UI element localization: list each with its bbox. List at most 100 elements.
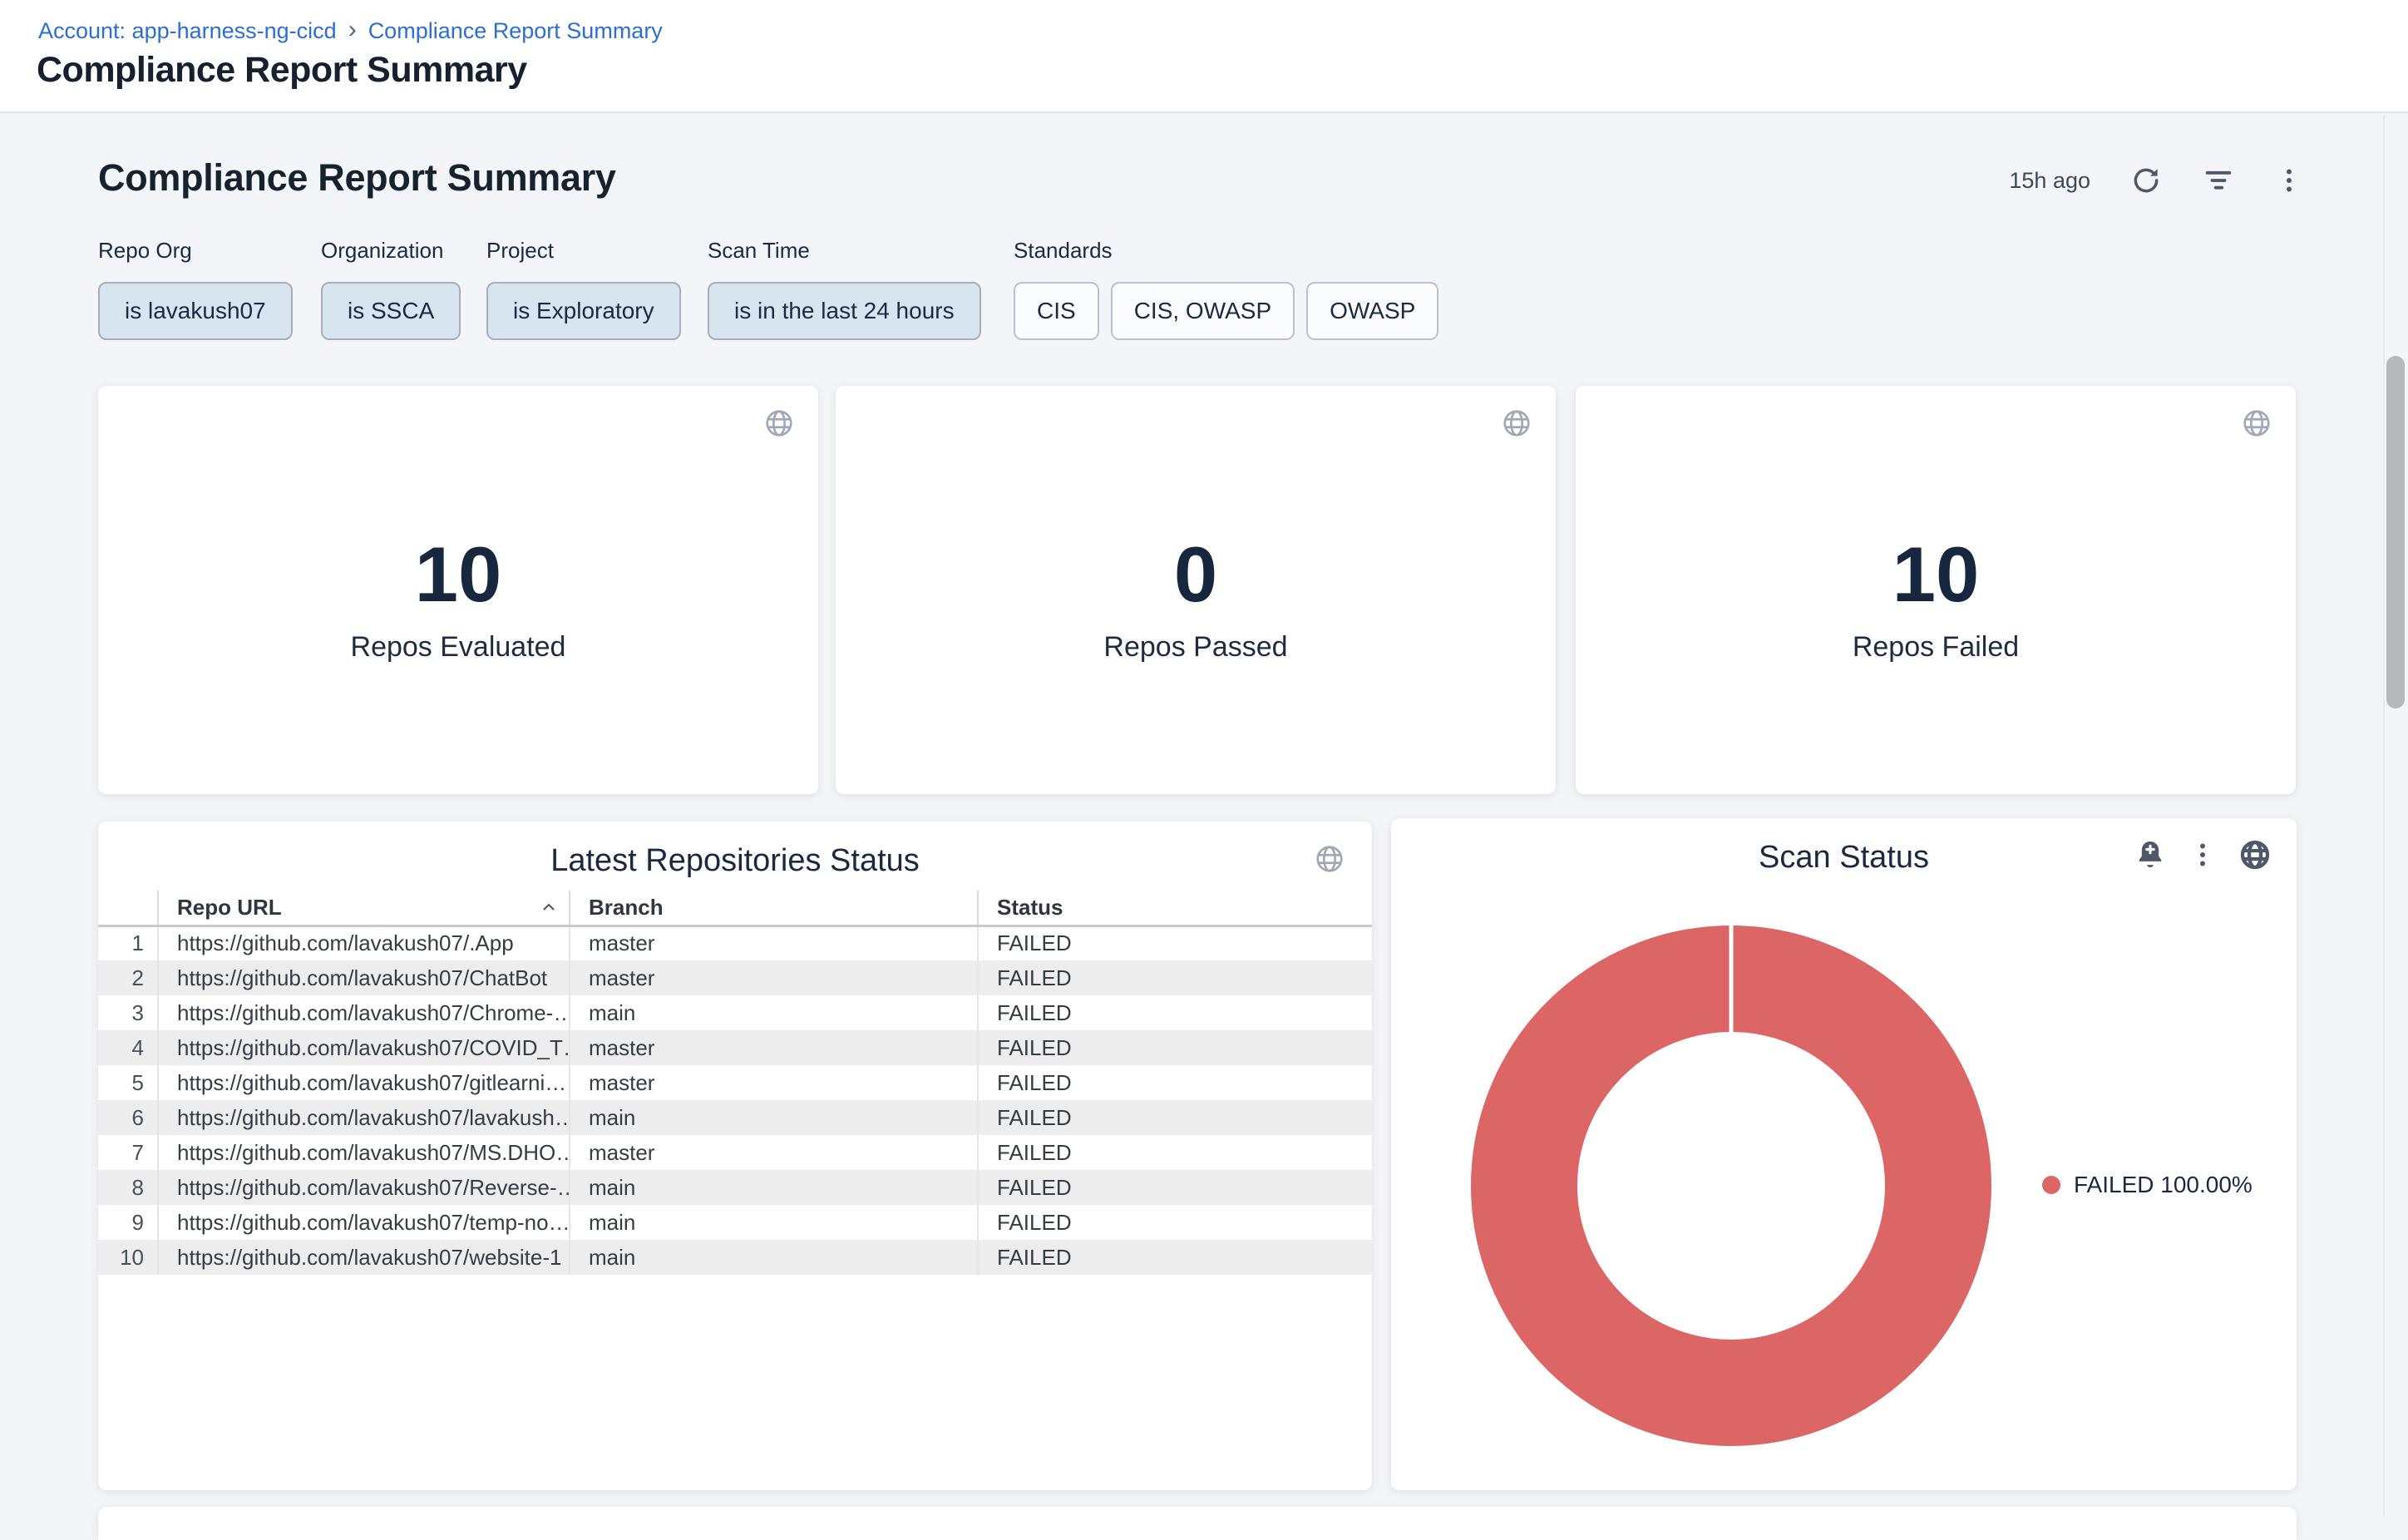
status-cell: FAILED bbox=[978, 1240, 1372, 1275]
latest-repositories-card: Latest Repositories Status Repo URL Bran… bbox=[98, 822, 1372, 1490]
status-cell: FAILED bbox=[978, 925, 1372, 960]
stat-card-repos-failed: 10 Repos Failed bbox=[1576, 386, 2296, 794]
status-cell: FAILED bbox=[978, 995, 1372, 1030]
filter-group-standards: Standards CIS CIS, OWASP OWASP bbox=[1014, 238, 1438, 340]
kebab-menu-icon[interactable] bbox=[2188, 841, 2217, 869]
globe-icon[interactable] bbox=[763, 407, 795, 439]
column-header-label: Status bbox=[997, 895, 1063, 920]
compliance-report-screen: Account: app-harness-ng-cicd › Complianc… bbox=[0, 0, 2408, 1517]
chart-legend[interactable]: FAILED 100.00% bbox=[2042, 1172, 2253, 1198]
filter-group-organization: Organization is SSCA bbox=[321, 238, 461, 340]
branch-cell: master bbox=[570, 1030, 978, 1065]
filter-group-scan-time: Scan Time is in the last 24 hours bbox=[708, 238, 981, 340]
filter-label-organization: Organization bbox=[321, 238, 461, 264]
repo-url-cell: https://github.com/lavakush07/temp-no… bbox=[158, 1205, 570, 1240]
status-cell: FAILED bbox=[978, 960, 1372, 995]
refresh-icon[interactable] bbox=[2130, 165, 2162, 196]
status-cell: FAILED bbox=[978, 1030, 1372, 1065]
column-header-status[interactable]: Status bbox=[978, 891, 1372, 925]
status-cell: FAILED bbox=[978, 1170, 1372, 1205]
filter-label-scan-time: Scan Time bbox=[708, 238, 981, 264]
kebab-menu-icon[interactable] bbox=[2275, 166, 2303, 195]
repo-url-cell: https://github.com/lavakush07/MS.DHO… bbox=[158, 1135, 570, 1170]
globe-icon[interactable] bbox=[2241, 407, 2272, 439]
globe-icon[interactable] bbox=[1501, 407, 1532, 439]
column-header-label: Branch bbox=[589, 895, 664, 920]
branch-cell: main bbox=[570, 1205, 978, 1240]
row-index: 3 bbox=[98, 995, 158, 1030]
table-row: 3 https://github.com/lavakush07/Chrome-…… bbox=[98, 995, 1372, 1030]
scan-status-card: Scan Status FAILED 100.00% bbox=[1391, 818, 2297, 1490]
legend-failed-dot bbox=[2042, 1176, 2060, 1194]
scrollbar-track bbox=[2383, 115, 2408, 1517]
globe-icon[interactable] bbox=[2238, 838, 2272, 871]
repo-url-cell: https://github.com/lavakush07/website-1 bbox=[158, 1240, 570, 1275]
table-row: 7 https://github.com/lavakush07/MS.DHO… … bbox=[98, 1135, 1372, 1170]
row-index: 5 bbox=[98, 1065, 158, 1100]
scan-status-donut-chart bbox=[1465, 920, 1997, 1452]
page-title: Compliance Report Summary bbox=[37, 50, 527, 91]
row-index: 7 bbox=[98, 1135, 158, 1170]
table-card-title: Latest Repositories Status bbox=[98, 843, 1372, 879]
repo-url-cell: https://github.com/lavakush07/COVID_T… bbox=[158, 1030, 570, 1065]
stat-label: Repos Passed bbox=[1103, 631, 1287, 664]
repo-url-cell: https://github.com/lavakush07/Reverse-… bbox=[158, 1170, 570, 1205]
scrollbar-thumb[interactable] bbox=[2386, 356, 2405, 708]
stat-value: 10 bbox=[415, 533, 502, 616]
standards-option-owasp[interactable]: OWASP bbox=[1306, 282, 1438, 340]
stat-value: 10 bbox=[1892, 533, 1980, 616]
branch-cell: master bbox=[570, 960, 978, 995]
branch-cell: main bbox=[570, 1100, 978, 1135]
table-row: 2 https://github.com/lavakush07/ChatBot … bbox=[98, 960, 1372, 995]
repo-url-cell: https://github.com/lavakush07/.App bbox=[158, 925, 570, 960]
branch-cell: master bbox=[570, 1135, 978, 1170]
status-cell: FAILED bbox=[978, 1135, 1372, 1170]
standards-option-cis-owasp[interactable]: CIS, OWASP bbox=[1111, 282, 1295, 340]
table-row: 1 https://github.com/lavakush07/.App mas… bbox=[98, 925, 1372, 960]
stat-label: Repos Failed bbox=[1853, 631, 2019, 664]
row-number-column-header bbox=[98, 891, 158, 925]
legend-failed-label: FAILED 100.00% bbox=[2074, 1172, 2253, 1198]
filter-group-repo-org: Repo Org is lavakush07 bbox=[98, 238, 293, 340]
branch-cell: main bbox=[570, 1170, 978, 1205]
repo-url-cell: https://github.com/lavakush07/gitlearni… bbox=[158, 1065, 570, 1100]
row-index: 8 bbox=[98, 1170, 158, 1205]
row-index: 1 bbox=[98, 925, 158, 960]
stat-card-repos-passed: 0 Repos Passed bbox=[836, 386, 1556, 794]
filter-chip-repo-org[interactable]: is lavakush07 bbox=[98, 282, 293, 340]
status-cell: FAILED bbox=[978, 1100, 1372, 1135]
filter-chip-project[interactable]: is Exploratory bbox=[486, 282, 681, 340]
next-card-peek bbox=[98, 1507, 2297, 1540]
repo-url-cell: https://github.com/lavakush07/Chrome-… bbox=[158, 995, 570, 1030]
column-header-branch[interactable]: Branch bbox=[570, 891, 978, 925]
filter-label-project: Project bbox=[486, 238, 681, 264]
row-index: 10 bbox=[98, 1240, 158, 1275]
row-index: 6 bbox=[98, 1100, 158, 1135]
page-header: Account: app-harness-ng-cicd › Complianc… bbox=[0, 0, 2408, 113]
standards-options: CIS CIS, OWASP OWASP bbox=[1014, 282, 1438, 340]
column-header-repo-url[interactable]: Repo URL bbox=[158, 891, 570, 925]
breadcrumb-account-link[interactable]: Account: app-harness-ng-cicd bbox=[38, 18, 337, 44]
branch-cell: main bbox=[570, 1240, 978, 1275]
status-cell: FAILED bbox=[978, 1065, 1372, 1100]
bell-plus-icon[interactable] bbox=[2134, 838, 2167, 871]
table-row: 6 https://github.com/lavakush07/lavakush… bbox=[98, 1100, 1372, 1135]
filter-group-project: Project is Exploratory bbox=[486, 238, 681, 340]
breadcrumb-chevron-icon: › bbox=[348, 18, 357, 41]
filter-icon[interactable] bbox=[2202, 164, 2235, 197]
row-index: 2 bbox=[98, 960, 158, 995]
filter-chip-scan-time[interactable]: is in the last 24 hours bbox=[708, 282, 981, 340]
table-row: 9 https://github.com/lavakush07/temp-no…… bbox=[98, 1205, 1372, 1240]
filter-chip-organization[interactable]: is SSCA bbox=[321, 282, 461, 340]
breadcrumb-current-link[interactable]: Compliance Report Summary bbox=[368, 18, 663, 44]
table-header-row: Repo URL Branch Status bbox=[98, 891, 1372, 925]
globe-icon[interactable] bbox=[1314, 843, 1345, 875]
table-row: 5 https://github.com/lavakush07/gitlearn… bbox=[98, 1065, 1372, 1100]
filter-label-repo-org: Repo Org bbox=[98, 238, 293, 264]
repo-url-cell: https://github.com/lavakush07/lavakush… bbox=[158, 1100, 570, 1135]
branch-cell: master bbox=[570, 925, 978, 960]
stat-label: Repos Evaluated bbox=[351, 631, 566, 664]
scan-card-actions bbox=[2134, 838, 2272, 871]
status-cell: FAILED bbox=[978, 1205, 1372, 1240]
standards-option-cis[interactable]: CIS bbox=[1014, 282, 1099, 340]
